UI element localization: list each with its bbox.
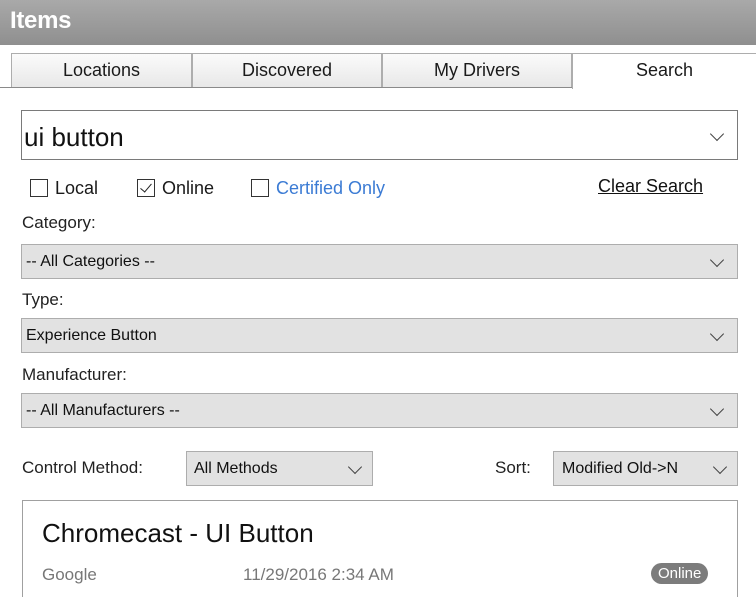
certified-label: Certified Only	[276, 177, 386, 198]
certified-filter[interactable]: Certified Only	[251, 176, 385, 200]
panel-title: Items	[0, 0, 756, 45]
result-manufacturer: Google	[42, 565, 97, 584]
search-combobox[interactable]: ui button	[21, 110, 738, 160]
manufacturer-label: Manufacturer:	[22, 365, 127, 384]
online-label: Online	[162, 177, 215, 198]
result-card[interactable]: Chromecast - UI Button Google 11/29/2016…	[22, 500, 738, 597]
tab-divider	[0, 87, 572, 88]
category-value: -- All Categories --	[26, 253, 155, 270]
chevron-down-icon[interactable]	[709, 126, 725, 142]
tab-locations[interactable]: Locations	[11, 53, 192, 88]
local-label: Local	[55, 177, 99, 198]
manufacturer-select[interactable]: -- All Manufacturers --	[21, 393, 738, 428]
category-select[interactable]: -- All Categories --	[21, 244, 738, 279]
online-filter[interactable]: Online	[137, 176, 214, 200]
control-method-value: All Methods	[194, 460, 278, 477]
certified-checkbox[interactable]	[251, 179, 269, 197]
chevron-down-icon	[709, 401, 725, 417]
status-badge: Online	[651, 563, 709, 584]
chevron-down-icon	[712, 459, 728, 475]
manufacturer-value: -- All Manufacturers --	[26, 402, 180, 419]
tab-strip: Locations Discovered My Drivers Search	[0, 45, 756, 89]
tab-discovered[interactable]: Discovered	[192, 53, 382, 88]
sort-value: Modified Old->N	[562, 460, 679, 477]
control-method-select[interactable]: All Methods	[186, 451, 373, 486]
result-title: Chromecast - UI Button	[42, 518, 314, 548]
chevron-down-icon	[709, 252, 725, 268]
type-label: Type:	[22, 290, 64, 309]
search-input[interactable]: ui button	[24, 122, 124, 153]
clear-search-link[interactable]: Clear Search	[598, 176, 703, 197]
type-value: Experience Button	[26, 327, 157, 344]
online-checkbox[interactable]	[137, 179, 155, 197]
sort-select[interactable]: Modified Old->N	[553, 451, 738, 486]
control-method-label: Control Method:	[22, 458, 143, 477]
local-checkbox[interactable]	[30, 179, 48, 197]
tab-my-drivers[interactable]: My Drivers	[382, 53, 572, 88]
tab-search[interactable]: Search	[572, 53, 756, 89]
sort-label: Sort:	[495, 458, 531, 477]
category-label: Category:	[22, 213, 96, 232]
local-filter[interactable]: Local	[30, 176, 98, 200]
type-select[interactable]: Experience Button	[21, 318, 738, 353]
result-date: 11/29/2016 2:34 AM	[243, 565, 394, 584]
chevron-down-icon	[709, 326, 725, 342]
chevron-down-icon	[347, 459, 363, 475]
